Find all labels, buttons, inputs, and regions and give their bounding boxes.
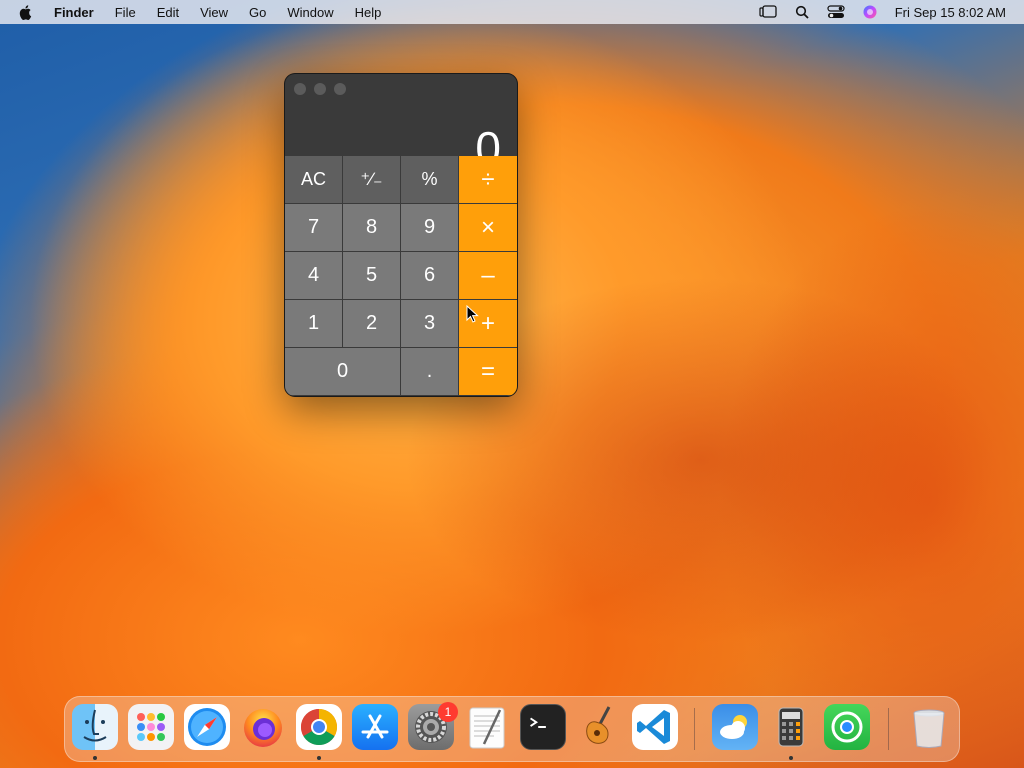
calculator-running-dot xyxy=(789,756,793,760)
calc-key-all-clear-button[interactable]: AC xyxy=(285,156,343,204)
calc-key-percent-button[interactable]: % xyxy=(401,156,459,204)
chrome-icon[interactable] xyxy=(296,704,342,750)
calc-key-decimal-button[interactable]: . xyxy=(401,348,459,396)
menu-bar: Finder File Edit View Go Window Help Fri… xyxy=(0,0,1024,24)
system-settings-badge: 1 xyxy=(438,702,458,722)
calc-key-plus-minus-button[interactable]: ⁺∕₋ xyxy=(343,156,401,204)
finder-icon[interactable] xyxy=(72,704,118,750)
calculator-app-icon[interactable] xyxy=(768,704,814,750)
trash-icon[interactable] xyxy=(906,704,952,750)
terminal-icon[interactable] xyxy=(520,704,566,750)
dock-separator xyxy=(694,708,695,750)
menu-window[interactable]: Window xyxy=(287,5,333,20)
menu-edit[interactable]: Edit xyxy=(157,5,179,20)
siri-icon[interactable] xyxy=(861,5,879,19)
menu-view[interactable]: View xyxy=(200,5,228,20)
textedit-icon[interactable] xyxy=(464,704,510,750)
calc-key-6-button[interactable]: 6 xyxy=(401,252,459,300)
weather-icon[interactable] xyxy=(712,704,758,750)
apple-menu-icon[interactable] xyxy=(18,4,34,20)
calculator-keypad: AC ⁺∕₋% ÷ 7 8 9 × 4 5 6–1 2 3 +0. = xyxy=(285,156,517,396)
dock-separator xyxy=(888,708,889,750)
spotlight-search-icon[interactable] xyxy=(793,5,811,19)
vscode-icon[interactable] xyxy=(632,704,678,750)
calculator-titlebar[interactable] xyxy=(285,74,517,104)
calc-key-9-button[interactable]: 9 xyxy=(401,204,459,252)
calc-key-multiply-button[interactable]: × xyxy=(459,204,517,252)
calc-key-equals-button[interactable]: = xyxy=(459,348,517,396)
firefox-icon[interactable] xyxy=(240,704,286,750)
calc-key-5-button[interactable]: 5 xyxy=(343,252,401,300)
finder-running-dot xyxy=(93,756,97,760)
calc-key-8-button[interactable]: 8 xyxy=(343,204,401,252)
calc-key-1-button[interactable]: 1 xyxy=(285,300,343,348)
calculator-window: 0 AC ⁺∕₋% ÷ 7 8 9 × 4 5 6–1 2 3 +0. = xyxy=(285,74,517,396)
launchpad-icon[interactable] xyxy=(128,704,174,750)
menu-app-name[interactable]: Finder xyxy=(54,5,94,20)
menu-help[interactable]: Help xyxy=(355,5,382,20)
close-window-button[interactable] xyxy=(294,83,306,95)
calc-key-0-button[interactable]: 0 xyxy=(285,348,401,396)
chrome-running-dot xyxy=(317,756,321,760)
calc-key-3-button[interactable]: 3 xyxy=(401,300,459,348)
menu-go[interactable]: Go xyxy=(249,5,266,20)
mouse-cursor-icon xyxy=(466,305,479,323)
find-my-icon[interactable] xyxy=(824,704,870,750)
garageband-icon[interactable] xyxy=(576,704,622,750)
calc-key-subtract-button[interactable]: – xyxy=(459,252,517,300)
calc-key-7-button[interactable]: 7 xyxy=(285,204,343,252)
minimize-window-button[interactable] xyxy=(314,83,326,95)
stage-manager-icon[interactable] xyxy=(759,5,777,19)
calc-key-2-button[interactable]: 2 xyxy=(343,300,401,348)
menu-file[interactable]: File xyxy=(115,5,136,20)
app-store-icon[interactable] xyxy=(352,704,398,750)
calc-key-4-button[interactable]: 4 xyxy=(285,252,343,300)
zoom-window-button[interactable] xyxy=(334,83,346,95)
menu-clock[interactable]: Fri Sep 15 8:02 AM xyxy=(895,5,1006,20)
dock xyxy=(64,696,960,762)
safari-icon[interactable] xyxy=(184,704,230,750)
calc-key-divide-button[interactable]: ÷ xyxy=(459,156,517,204)
control-center-icon[interactable] xyxy=(827,5,845,19)
